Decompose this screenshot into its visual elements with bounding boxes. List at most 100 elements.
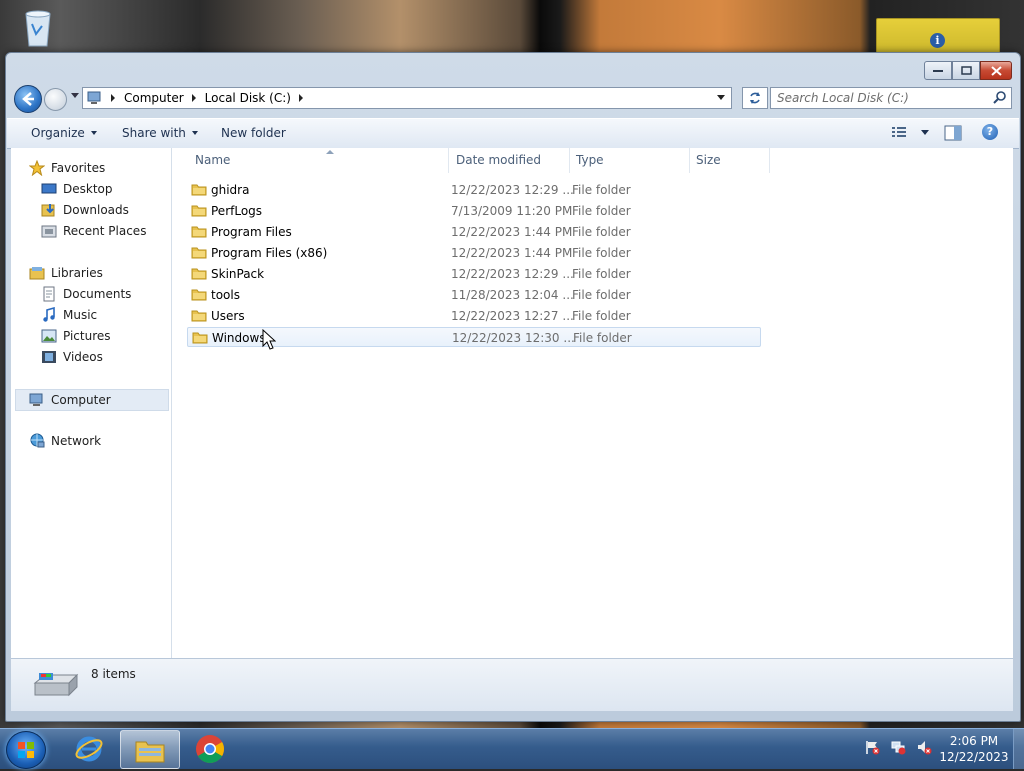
share-with-button[interactable]: Share with xyxy=(122,126,198,140)
file-name: Program Files xyxy=(211,225,292,239)
share-with-label: Share with xyxy=(122,126,186,140)
table-row[interactable]: Program Files 12/22/2023 1:44 PM File fold… xyxy=(187,222,761,242)
folder-icon xyxy=(135,741,165,762)
column-size-label: Size xyxy=(696,153,721,167)
file-date-modified: 12/22/2023 12:29 ... xyxy=(451,183,574,197)
file-name: Windows xyxy=(212,331,266,345)
chevron-right-icon[interactable] xyxy=(298,94,303,102)
taskbar-windows-explorer[interactable] xyxy=(120,730,180,769)
back-button[interactable] xyxy=(14,85,42,113)
computer-icon xyxy=(29,393,43,406)
column-header-size[interactable]: Size xyxy=(690,148,770,173)
content-area: Favorites Desktop Downloads Recent Place… xyxy=(11,148,1013,658)
star-icon xyxy=(29,160,45,176)
internet-explorer-icon xyxy=(75,736,103,761)
arrow-left-icon xyxy=(22,92,34,106)
view-details-icon xyxy=(892,127,906,137)
info-icon[interactable]: i xyxy=(930,33,945,48)
network-status-icon[interactable] xyxy=(890,739,906,755)
preview-pane-button[interactable] xyxy=(944,125,962,144)
recycle-bin-icon[interactable] xyxy=(20,6,56,48)
clock[interactable]: 2:06 PM 12/22/2023 xyxy=(934,733,1014,765)
taskbar-internet-explorer[interactable] xyxy=(60,730,118,767)
command-bar: Organize Share with New folder ? xyxy=(7,118,1019,149)
folder-icon xyxy=(191,226,207,238)
refresh-button[interactable] xyxy=(742,87,768,109)
maximize-icon xyxy=(960,66,972,75)
item-count: 8 items xyxy=(91,667,136,681)
search-box[interactable]: Search Local Disk (C:) xyxy=(770,87,1012,109)
volume-muted-icon[interactable] xyxy=(916,739,932,755)
minimize-button[interactable] xyxy=(924,61,952,80)
table-row[interactable]: Program Files (x86) 12/22/2023 1:44 PM Fil… xyxy=(187,243,761,263)
action-center-flag-icon[interactable] xyxy=(864,739,880,755)
breadcrumb-computer[interactable]: Computer xyxy=(124,91,184,105)
new-folder-button[interactable]: New folder xyxy=(221,126,286,140)
nav-computer[interactable]: Computer xyxy=(15,389,169,411)
nav-libraries[interactable]: Libraries xyxy=(29,263,187,283)
nav-downloads-label: Downloads xyxy=(63,203,129,217)
music-icon xyxy=(43,307,55,322)
nav-favorites[interactable]: Favorites xyxy=(29,158,187,178)
taskbar-chrome[interactable] xyxy=(181,730,239,767)
column-header-date-modified[interactable]: Date modified xyxy=(450,148,570,173)
chevron-down-icon xyxy=(90,131,97,135)
folder-icon xyxy=(191,310,207,322)
help-icon[interactable]: ? xyxy=(982,124,998,140)
chrome-icon xyxy=(196,734,224,763)
breadcrumb-local-disk[interactable]: Local Disk (C:) xyxy=(205,91,291,105)
table-row[interactable]: tools 11/28/2023 12:04 ... File folder xyxy=(187,285,761,305)
navigation-pane: Favorites Desktop Downloads Recent Place… xyxy=(11,148,172,658)
folder-icon xyxy=(192,332,208,344)
nav-documents-label: Documents xyxy=(63,287,132,301)
address-bar[interactable]: Computer Local Disk (C:) xyxy=(82,87,732,109)
network-icon xyxy=(30,433,45,448)
forward-button[interactable] xyxy=(44,88,67,111)
file-name: PerfLogs xyxy=(211,204,263,218)
file-type: File folder xyxy=(572,204,631,218)
clock-date: 12/22/2023 xyxy=(939,750,1009,764)
close-icon xyxy=(990,65,1002,76)
folder-icon xyxy=(191,184,207,196)
maximize-button[interactable] xyxy=(952,61,980,80)
hard-drive-icon xyxy=(33,673,79,697)
details-pane: 8 items xyxy=(11,658,1013,711)
chevron-right-icon[interactable] xyxy=(111,94,115,102)
recent-pages-dropdown[interactable] xyxy=(71,93,79,98)
table-row[interactable]: ghidra 12/22/2023 12:29 ... File folder xyxy=(187,180,761,200)
search-icon[interactable] xyxy=(993,91,1007,105)
downloads-icon xyxy=(41,204,55,217)
table-row[interactable]: SkinPack 12/22/2023 12:29 ... File folder xyxy=(187,264,761,284)
sort-ascending-icon xyxy=(326,150,334,154)
column-header-type[interactable]: Type xyxy=(570,148,690,173)
show-desktop-button[interactable] xyxy=(1013,729,1024,769)
preview-pane-icon xyxy=(944,125,962,141)
close-button[interactable] xyxy=(980,61,1012,80)
column-name-label: Name xyxy=(195,153,231,167)
search-input[interactable]: Search Local Disk (C:) xyxy=(777,91,909,105)
chevron-right-icon[interactable] xyxy=(191,94,196,102)
clock-time: 2:06 PM xyxy=(949,734,999,748)
change-view-button[interactable] xyxy=(891,125,929,139)
table-row[interactable]: PerfLogs 7/13/2009 11:20 PM File folder xyxy=(187,201,761,221)
nav-pictures-label: Pictures xyxy=(63,329,111,343)
system-tray xyxy=(864,739,932,755)
nav-computer-label: Computer xyxy=(51,393,111,407)
table-row[interactable]: Users 12/22/2023 12:27 ... File folder xyxy=(187,306,761,326)
file-date-modified: 11/28/2023 12:04 ... xyxy=(451,288,574,302)
organize-button[interactable]: Organize xyxy=(31,126,97,140)
nav-network-label: Network xyxy=(51,434,102,448)
nav-recent-places-label: Recent Places xyxy=(63,224,147,238)
recent-places-icon xyxy=(41,225,57,238)
column-header-name[interactable]: Name xyxy=(189,148,449,173)
nav-network[interactable]: Network xyxy=(29,431,187,451)
start-button[interactable] xyxy=(6,731,46,769)
computer-icon xyxy=(87,91,101,104)
address-dropdown-icon[interactable] xyxy=(717,95,725,100)
nav-favorites-label: Favorites xyxy=(51,161,106,175)
nav-music-label: Music xyxy=(63,308,98,322)
new-folder-label: New folder xyxy=(221,126,286,140)
chevron-down-icon[interactable] xyxy=(921,129,929,135)
file-date-modified: 12/22/2023 12:27 ... xyxy=(451,309,574,323)
file-date-modified: 12/22/2023 1:44 PM xyxy=(451,225,573,239)
